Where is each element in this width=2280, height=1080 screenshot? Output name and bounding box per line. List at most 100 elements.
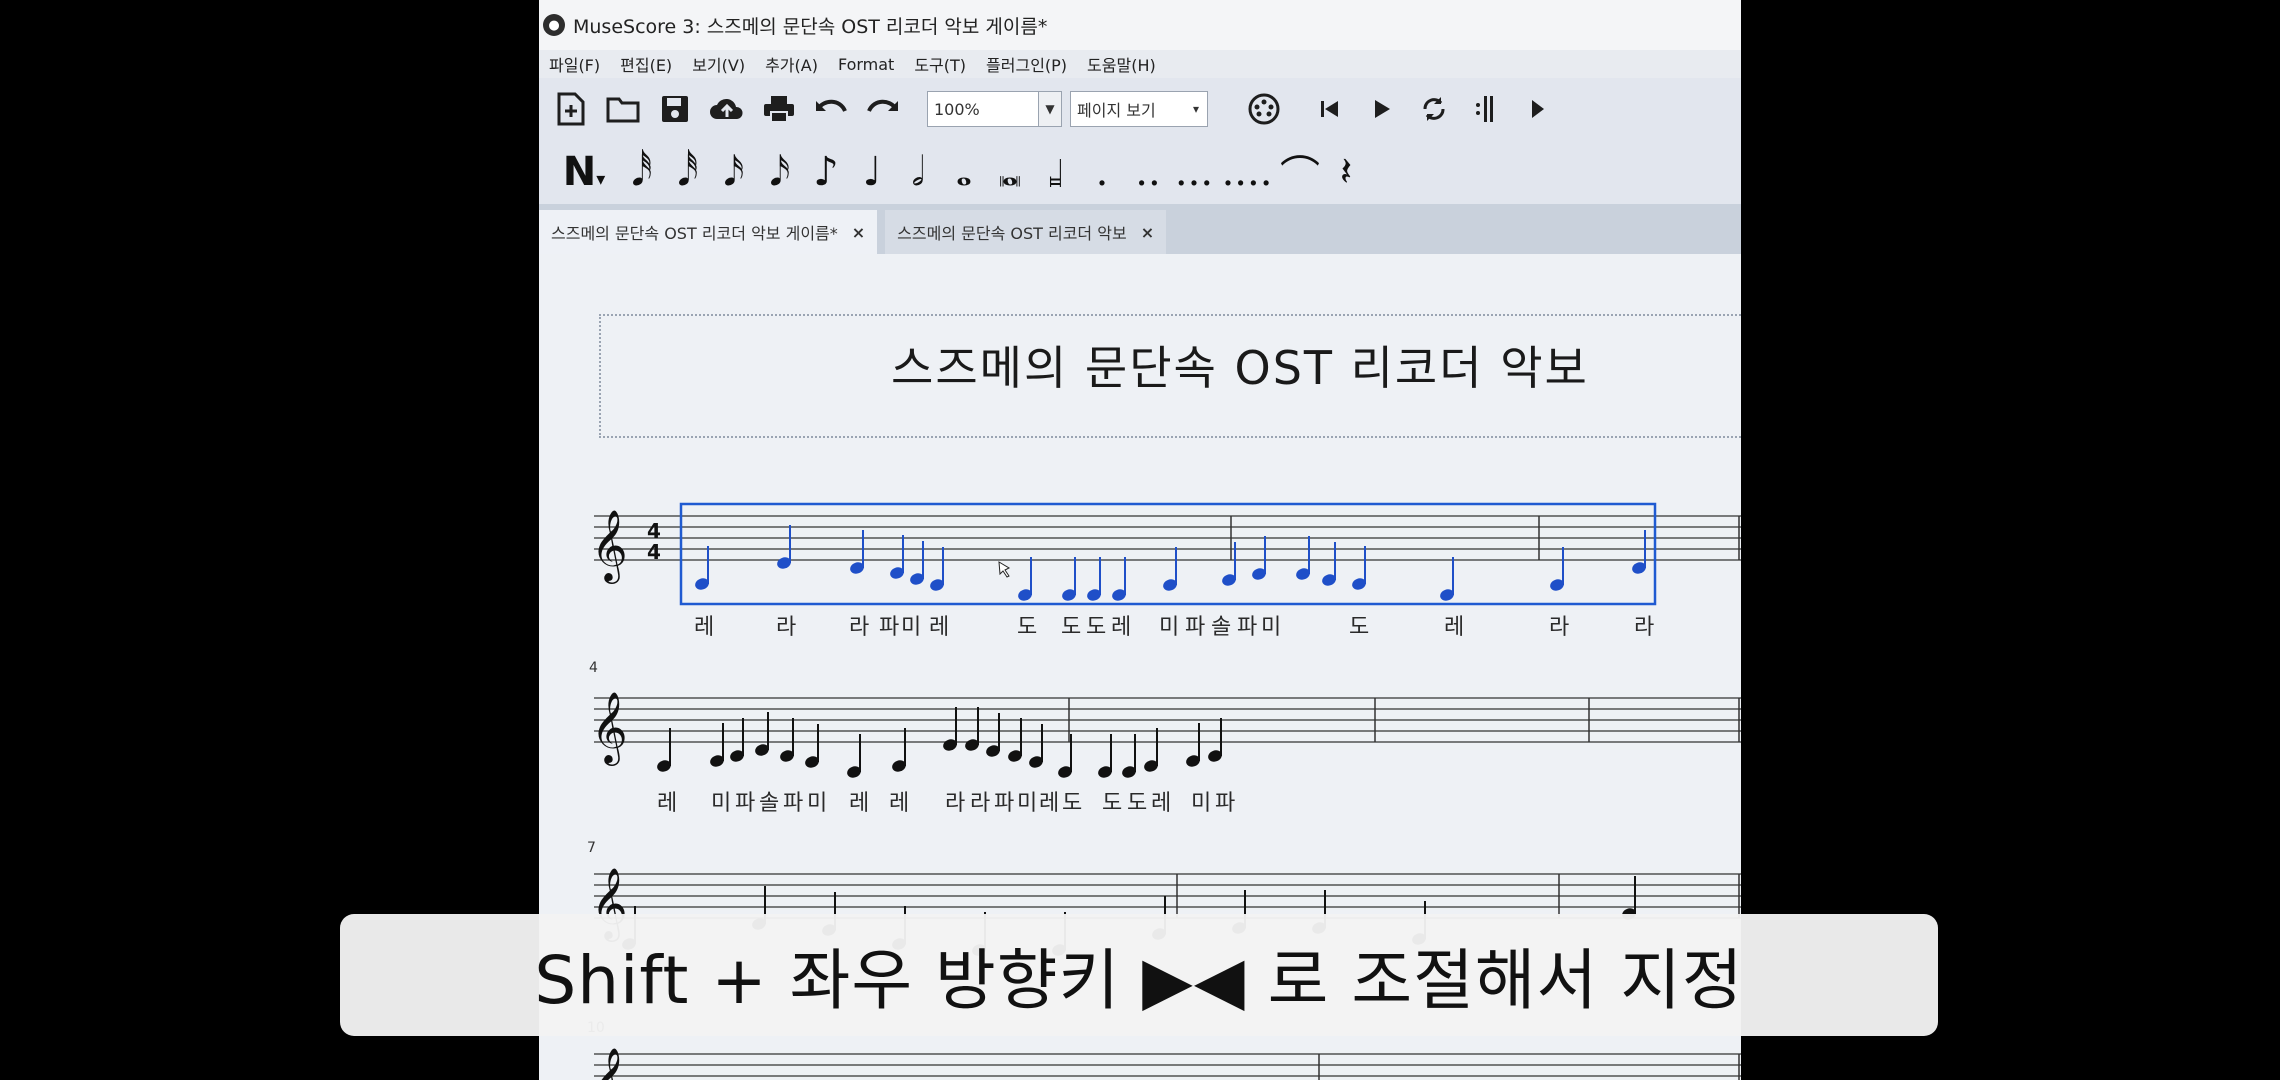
- tab-label: 스즈메의 문단속 OST 리코더 악보 게이름*: [551, 224, 838, 243]
- lyric-syllable[interactable]: 라: [849, 615, 869, 640]
- lyric-syllable[interactable]: 라: [1549, 615, 1569, 640]
- lyric-syllable[interactable]: 미: [1191, 791, 1211, 816]
- menu-help[interactable]: 도움말(H): [1087, 52, 1156, 76]
- duration-longa-icon[interactable]: 𝆷: [1033, 149, 1079, 195]
- caption-text: Shift + 좌우 방향키 ▶◀ 로 조절해서 지정: [534, 942, 1744, 1019]
- menu-format[interactable]: Format: [838, 55, 894, 74]
- video-caption: Shift + 좌우 방향키 ▶◀ 로 조절해서 지정: [340, 914, 1938, 1036]
- quadruple-dot-icon[interactable]: ....: [1217, 149, 1277, 195]
- duration-half-icon[interactable]: 𝅗𝅥: [895, 149, 941, 195]
- tab-score[interactable]: 스즈메의 문단속 OST 리코더 악보 ×: [885, 210, 1167, 254]
- lyric-syllable[interactable]: 도: [1061, 615, 1081, 640]
- lyric-syllable[interactable]: 레: [889, 791, 909, 816]
- menu-file[interactable]: 파일(F): [549, 52, 600, 76]
- lyric-syllable[interactable]: 도: [1349, 615, 1369, 640]
- lyric-syllable[interactable]: 솔: [759, 791, 779, 816]
- rewind-icon[interactable]: [1310, 89, 1350, 129]
- chevron-down-icon[interactable]: ▾: [1185, 92, 1207, 126]
- tab-score-edited[interactable]: 스즈메의 문단속 OST 리코더 악보 게이름* ×: [539, 210, 878, 254]
- menu-bar: 파일(F) 편집(E) 보기(V) 추가(A) Format 도구(T) 플러그…: [539, 50, 1741, 78]
- duration-512th-icon[interactable]: 𝅘𝅥𝅰: [665, 149, 711, 195]
- menu-add[interactable]: 추가(A): [765, 52, 818, 76]
- lyric-syllable[interactable]: 파: [994, 791, 1014, 816]
- lyric-syllable[interactable]: 레: [1111, 615, 1131, 640]
- duration-breve-icon[interactable]: 𝅜: [987, 149, 1033, 195]
- tie-icon[interactable]: ⌒: [1277, 143, 1323, 201]
- view-mode-select[interactable]: 페이지 보기 ▾: [1070, 91, 1208, 127]
- menu-plugins[interactable]: 플러그인(P): [986, 52, 1067, 76]
- menu-tools[interactable]: 도구(T): [914, 52, 966, 76]
- zoom-value: 100%: [934, 99, 980, 119]
- midi-input-icon[interactable]: [1244, 89, 1284, 129]
- lyric-syllable[interactable]: 파: [1185, 615, 1205, 640]
- print-icon[interactable]: [759, 89, 799, 129]
- lyric-syllable[interactable]: 도: [1062, 791, 1082, 816]
- loop-in-icon[interactable]: [1466, 89, 1506, 129]
- lyric-syllable[interactable]: 라: [945, 791, 965, 816]
- cloud-upload-icon[interactable]: [707, 89, 747, 129]
- lyric-syllable[interactable]: 라: [1634, 615, 1654, 640]
- lyric-syllable[interactable]: 파: [783, 791, 803, 816]
- lyric-syllable[interactable]: 라: [776, 615, 796, 640]
- menu-view[interactable]: 보기(V): [692, 52, 745, 76]
- lyric-syllable[interactable]: 레: [849, 791, 869, 816]
- redo-icon[interactable]: [863, 89, 903, 129]
- save-icon[interactable]: [655, 89, 695, 129]
- lyric-syllable[interactable]: 레: [657, 791, 677, 816]
- lyric-syllable[interactable]: 파: [1237, 615, 1257, 640]
- triple-dot-icon[interactable]: ...: [1171, 149, 1217, 195]
- score-tabs: 스즈메의 문단속 OST 리코더 악보 게이름* × 스즈메의 문단속 OST …: [539, 204, 1741, 254]
- mouse-cursor-icon: [998, 561, 1011, 578]
- lyric-syllable[interactable]: 미: [807, 791, 827, 816]
- new-score-icon[interactable]: [551, 89, 591, 129]
- lyric-syllable[interactable]: 라: [970, 791, 990, 816]
- lyric-syllable[interactable]: 미: [711, 791, 731, 816]
- treble-clef-icon: 𝄞: [591, 690, 628, 766]
- double-dot-icon[interactable]: ..: [1125, 149, 1171, 195]
- note-input-mode-icon[interactable]: N▾: [549, 149, 619, 195]
- lyric-syllable[interactable]: 미: [1159, 615, 1179, 640]
- window-title: MuseScore 3: 스즈메의 문단속 OST 리코더 악보 게이름*: [573, 15, 1048, 38]
- treble-clef-icon: 𝄞: [591, 508, 628, 584]
- musescore-logo-icon: ●: [543, 14, 565, 36]
- duration-whole-icon[interactable]: 𝅝: [941, 149, 987, 195]
- close-icon[interactable]: ×: [852, 223, 865, 242]
- play-icon[interactable]: [1362, 89, 1402, 129]
- lyrics-line: 레미파솔파미레레라라파미레도도도레미파: [657, 791, 1235, 816]
- duration-256th-icon[interactable]: 𝅘𝅥𝅯: [711, 149, 757, 195]
- note-input-toolbar: N▾ 𝅘𝅥𝅰 𝅘𝅥𝅰 𝅘𝅥𝅯 𝅘𝅥𝅯 ♪ ♩ 𝅗𝅥 𝅝 𝅜 𝆷 . .. ...…: [539, 140, 1741, 204]
- notes-layer[interactable]: [621, 525, 1648, 958]
- lyric-syllable[interactable]: 미: [1017, 791, 1037, 816]
- zoom-select[interactable]: 100% ▼: [927, 91, 1062, 127]
- duration-1024th-icon[interactable]: 𝅘𝅥𝅰: [619, 149, 665, 195]
- undo-icon[interactable]: [811, 89, 851, 129]
- rest-icon[interactable]: 𝄽: [1323, 149, 1369, 195]
- lyric-syllable[interactable]: 파: [1215, 791, 1235, 816]
- file-toolbar: 100% ▼ 페이지 보기 ▾: [539, 78, 1741, 140]
- lyric-syllable[interactable]: 파: [879, 615, 899, 640]
- lyric-syllable[interactable]: 레: [929, 615, 949, 640]
- lyric-syllable[interactable]: 도: [1127, 791, 1147, 816]
- loop-out-icon[interactable]: [1518, 89, 1558, 129]
- lyric-syllable[interactable]: 레: [1151, 791, 1171, 816]
- lyric-syllable[interactable]: 레: [694, 615, 714, 640]
- duration-64th-icon[interactable]: 𝅘𝅥𝅯: [757, 149, 803, 195]
- duration-quarter-icon[interactable]: ♩: [849, 149, 895, 195]
- duration-eighth-icon[interactable]: ♪: [803, 149, 849, 195]
- lyric-syllable[interactable]: 도: [1086, 615, 1106, 640]
- lyric-syllable[interactable]: 미: [1261, 615, 1281, 640]
- lyric-syllable[interactable]: 솔: [1211, 615, 1231, 640]
- lyric-syllable[interactable]: 미: [901, 615, 921, 640]
- measure-number: 4: [589, 660, 598, 676]
- lyric-syllable[interactable]: 파: [735, 791, 755, 816]
- lyric-syllable[interactable]: 레: [1444, 615, 1464, 640]
- lyric-syllable[interactable]: 도: [1017, 615, 1037, 640]
- loop-icon[interactable]: [1414, 89, 1454, 129]
- open-folder-icon[interactable]: [603, 89, 643, 129]
- lyric-syllable[interactable]: 도: [1102, 791, 1122, 816]
- augmentation-dot-icon[interactable]: .: [1079, 149, 1125, 195]
- close-icon[interactable]: ×: [1141, 223, 1154, 242]
- lyric-syllable[interactable]: 레: [1039, 791, 1059, 816]
- menu-edit[interactable]: 편집(E): [620, 52, 672, 76]
- chevron-down-icon[interactable]: ▼: [1038, 92, 1061, 126]
